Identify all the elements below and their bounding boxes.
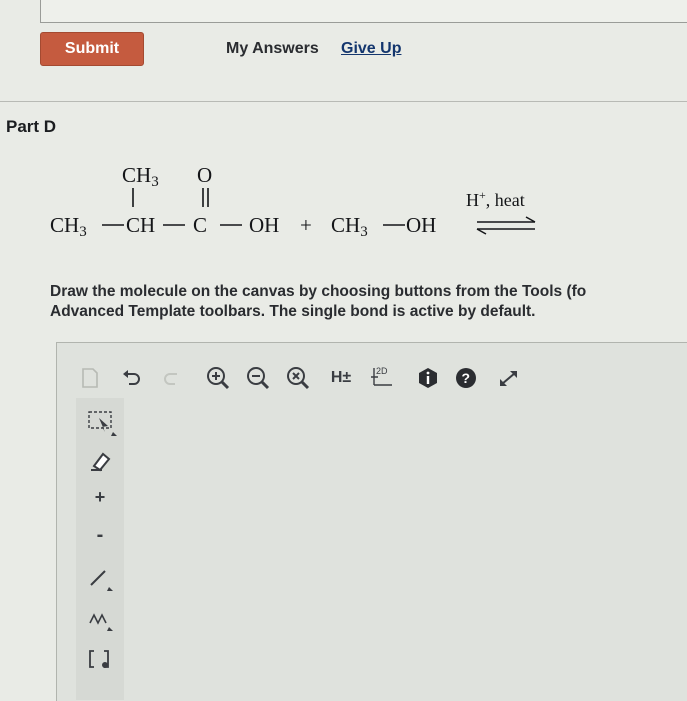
fullscreen-icon[interactable]	[494, 358, 524, 398]
reaction-equation: CH3 O CH3 CH C OH + CH3 OH H+, heat	[0, 0, 687, 260]
methanol-ch3-text: CH3	[331, 213, 368, 240]
undo-icon[interactable]	[118, 358, 146, 398]
explicit-hydrogens-icon[interactable]: H±	[326, 358, 356, 398]
chain-c-text: C	[193, 213, 207, 237]
reaction-conditions: H+, heat	[466, 188, 525, 210]
single-bond-icon[interactable]	[76, 562, 124, 596]
info-icon[interactable]	[414, 358, 442, 398]
chain-ch-text: CH	[126, 213, 155, 237]
redo-icon[interactable]	[158, 358, 186, 398]
branch-subscript: 3	[151, 174, 159, 190]
instructions: Draw the molecule on the canvas by choos…	[50, 282, 687, 322]
plus-sign: +	[300, 213, 312, 237]
help-icon[interactable]: ?	[452, 358, 480, 398]
instructions-line-1: Draw the molecule on the canvas by choos…	[50, 283, 587, 300]
left-toolbar: + -	[76, 398, 124, 700]
new-document-icon[interactable]	[76, 358, 104, 398]
2d-clean-label: 2D	[376, 366, 388, 376]
methanol-oh-text: OH	[406, 213, 436, 237]
bracket-tool-icon[interactable]	[76, 642, 124, 676]
negative-charge-icon[interactable]: -	[76, 522, 124, 548]
carbonyl-oxygen-text: O	[197, 163, 212, 187]
zoom-out-icon[interactable]	[244, 358, 274, 398]
instructions-line-2: Advanced Template toolbars. The single b…	[50, 303, 536, 320]
branch-ch-text: CH	[122, 163, 151, 187]
zoom-in-icon[interactable]	[204, 358, 234, 398]
branch-methyl-text: CH3	[122, 163, 159, 190]
top-toolbar: H± 2D ?	[70, 358, 687, 398]
chain-oh-text: OH	[249, 213, 279, 237]
chain-tool-icon[interactable]	[76, 602, 124, 636]
select-tool-icon[interactable]	[76, 404, 124, 440]
svg-text:?: ?	[462, 370, 471, 386]
reaction-drawing: CH3 O CH3 CH C OH + CH3 OH H+, heat	[50, 163, 536, 240]
positive-charge-icon[interactable]: +	[76, 484, 124, 510]
eraser-icon[interactable]	[76, 444, 124, 478]
2d-clean-icon[interactable]: 2D	[368, 358, 398, 398]
chain-ch3-text: CH3	[50, 213, 87, 240]
zoom-reset-icon[interactable]	[284, 358, 314, 398]
